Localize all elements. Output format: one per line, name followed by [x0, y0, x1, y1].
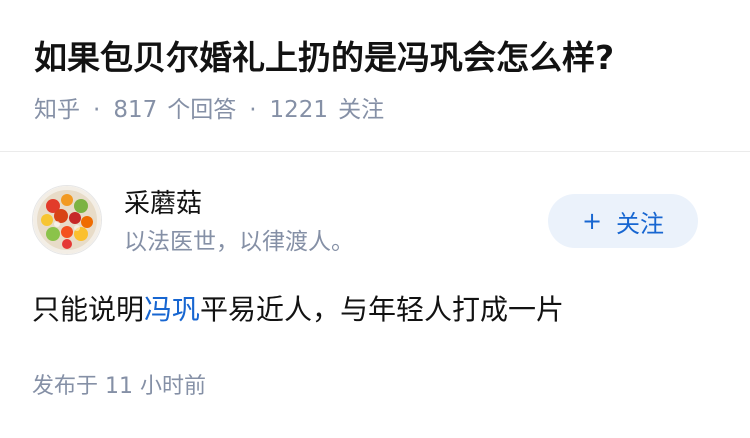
- answer-count: 817: [113, 97, 158, 123]
- author-name[interactable]: 采蘑菇: [124, 186, 202, 222]
- section-divider: [0, 151, 750, 152]
- entity-link[interactable]: 冯巩: [144, 293, 200, 326]
- follow-button[interactable]: + 关注: [548, 194, 698, 248]
- answer-content: 只能说明冯巩平易近人，与年轻人打成一片: [32, 289, 564, 331]
- food-platter-avatar-icon: [33, 186, 101, 254]
- source-label: 知乎: [34, 97, 80, 123]
- follow-button-label: 关注: [616, 209, 665, 238]
- answer-text-after: 平易近人，与年轻人打成一片: [200, 293, 565, 326]
- question-meta: 知乎 · 817 个回答 · 1221 关注: [34, 93, 384, 127]
- question-header: 如果包贝尔婚礼上扔的是冯巩会怎么样? 知乎 · 817 个回答 · 1221 关…: [0, 0, 750, 151]
- zhihu-answer-page: 如果包贝尔婚礼上扔的是冯巩会怎么样? 知乎 · 817 个回答 · 1221 关…: [0, 0, 750, 438]
- meta-separator: ·: [93, 97, 101, 123]
- answer-text-before: 只能说明: [32, 293, 145, 326]
- question-title[interactable]: 如果包贝尔婚礼上扔的是冯巩会怎么样?: [34, 34, 614, 82]
- author-bio: 以法医世，以律渡人。: [124, 229, 354, 255]
- follower-count: 1221: [269, 97, 329, 123]
- plus-icon: +: [581, 207, 603, 235]
- meta-separator: ·: [249, 97, 257, 123]
- answer-timestamp: 发布于 11 小时前: [32, 374, 206, 399]
- follower-count-label: 关注: [338, 97, 385, 123]
- answer-count-label: 个回答: [167, 97, 237, 123]
- author-avatar[interactable]: [32, 185, 102, 255]
